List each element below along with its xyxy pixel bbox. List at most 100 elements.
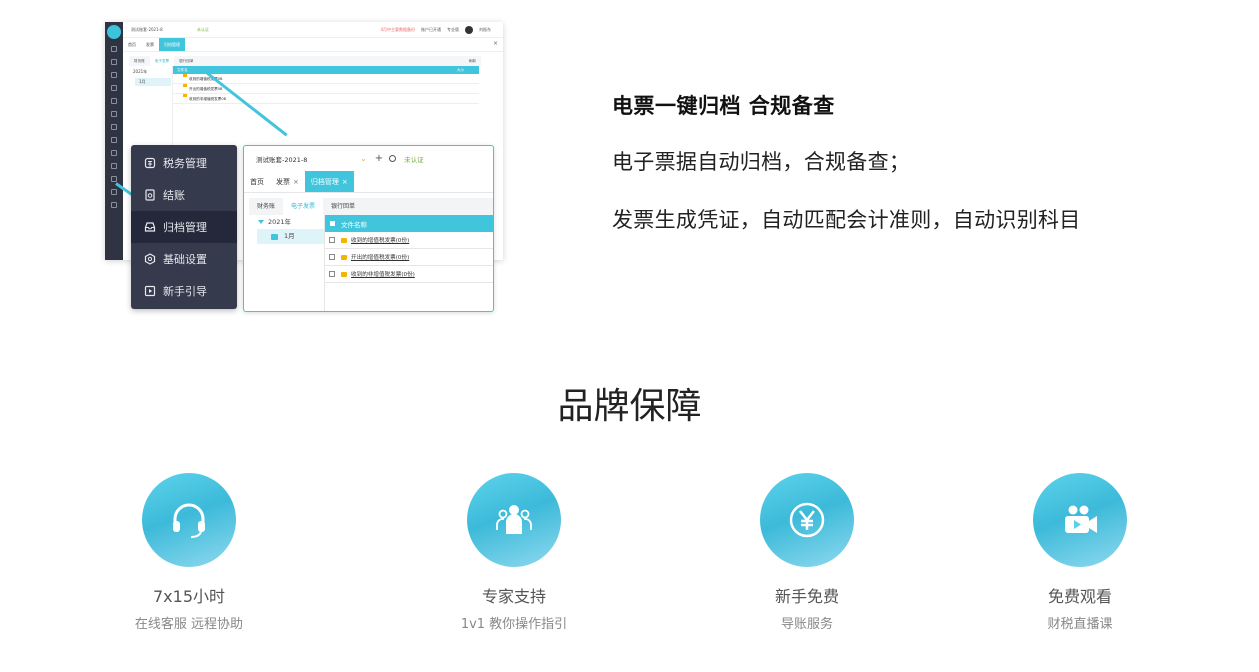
account-selector[interactable]: 测试账套-2021-8 [256, 154, 360, 164]
panel-subtabs: 财务账 电子发票 银行回单 [249, 198, 493, 215]
rail-icon [111, 85, 117, 91]
tax-icon [144, 157, 156, 169]
tab-label: 归档管理 [310, 178, 339, 186]
app-topbar: 测试账套-2021-8 未认证 4月中主要数据备份 账户已开通 专业版 刘振东 [123, 22, 503, 38]
tree-year-label: 2021年 [268, 218, 292, 226]
archive-panel-card: 测试账套-2021-8 ⌄ + 未认证 首页 发票 × 归档管理 × 财务账 电子发… [243, 145, 494, 312]
topbar-status: 账户已开通 [421, 26, 441, 32]
rail-icon [111, 46, 117, 52]
tree-year-node[interactable]: 2021年 [249, 215, 324, 229]
tree-month: 1月 [135, 78, 171, 86]
tab-label: 首页 [250, 178, 264, 186]
tab-archive[interactable]: 归档管理 × [304, 171, 354, 192]
tree-month-node[interactable]: 1月 [257, 229, 324, 244]
grid-header: 文件名称 [325, 215, 493, 232]
table-row[interactable]: 开出的增值税发票(0份) [325, 249, 493, 266]
rail-icon [111, 59, 117, 65]
guarantee-item-free-course: 免费观看 财税直播课 [1000, 473, 1160, 632]
tree-year: 2021年 [133, 69, 148, 74]
menu-item-label: 结账 [163, 189, 185, 202]
team-icon [496, 505, 532, 534]
app-tabs: 首页 发票 归档管理 [123, 38, 503, 52]
feature-line: 电子票据自动归档，合规备查； [612, 150, 911, 174]
subtab-ledger[interactable]: 财务账 [249, 198, 283, 215]
chevron-down-icon[interactable]: ⌄ [360, 154, 367, 163]
menu-item-guide[interactable]: 新手引导 [131, 275, 237, 307]
icon-circle [467, 473, 561, 567]
file-grid: 文件名称 收到的增值税发票(0份) 开出的增值税发票(0份) 收到的非增值税发票… [325, 215, 493, 311]
rail-icon [111, 72, 117, 78]
section-title: 品牌保障 [557, 386, 702, 427]
menu-item-checkout[interactable]: 结账 [131, 179, 237, 211]
menu-item-label: 税务管理 [163, 157, 207, 170]
app-side-rail [105, 22, 123, 260]
guarantee-title: 专家支持 [481, 587, 546, 606]
settings-icon [144, 253, 156, 265]
account-name: 测试账套-2021-8 [131, 26, 163, 32]
feature-line: 发票生成凭证，自动匹配会计准则，自动识别科目 [612, 208, 1081, 232]
guarantee-title: 新手免费 [774, 587, 839, 606]
gear-icon[interactable] [389, 155, 397, 162]
app-file-grid: 文件名 大小 收到的增值税发票 0B 开出的增值税发票 0B 收到的非增值税发票… [173, 66, 479, 104]
table-row[interactable]: 收到的非增值税发票(0份) [325, 266, 493, 283]
close-icon: × [492, 40, 498, 47]
auth-status[interactable]: 未认证 [404, 154, 424, 164]
subtab-ledger: 财务账 [134, 59, 145, 63]
tab-home[interactable]: 首页 [244, 171, 270, 192]
add-icon[interactable]: + [375, 153, 383, 164]
auth-status: 未认证 [197, 26, 209, 32]
guarantee-title: 7x15小时 [152, 587, 225, 606]
row-checkbox[interactable] [329, 254, 335, 260]
rail-icon [111, 202, 117, 208]
file-name: 开出的增值税发票 [189, 87, 218, 91]
grid-header-size: 大小 [457, 68, 465, 72]
close-icon[interactable]: × [342, 178, 348, 186]
menu-item-label: 新手引导 [163, 285, 207, 298]
grid-header-name: 文件名 [177, 68, 188, 72]
grid-header: 文件名 大小 [173, 66, 479, 74]
menu-item-archive[interactable]: 归档管理 [131, 211, 237, 243]
guarantee-item-service-hours: 7x15小时 在线客服 远程协助 [109, 473, 269, 632]
user-avatar [465, 25, 473, 34]
panel-tabs: 首页 发票 × 归档管理 × [244, 171, 493, 193]
sidebar-menu-card: 税务管理 结账 归档管理 基础设置 新手引导 [131, 145, 237, 309]
menu-item-label: 基础设置 [163, 253, 207, 266]
menu-item-tax[interactable]: 税务管理 [131, 147, 237, 179]
subtab-bank-receipt[interactable]: 银行回单 [323, 198, 363, 215]
archive-icon [144, 222, 156, 232]
subtab-bank-receipt: 银行回单 [179, 59, 194, 63]
tree-month-label: 1月 [284, 232, 295, 240]
menu-item-label: 归档管理 [163, 221, 207, 234]
folder-icon [271, 233, 278, 240]
rail-icon [111, 137, 117, 143]
guarantee-subtitle: 导账服务 [780, 617, 833, 632]
table-row[interactable]: 收到的增值税发票(0份) [325, 232, 493, 249]
tab-label: 发票 [276, 178, 290, 186]
topbar-notice: 4月中主要数据备份 [380, 26, 415, 32]
table-row: 收到的非增值税发票 0B [173, 94, 479, 104]
icon-circle [142, 473, 236, 567]
subtab-e-invoice: 电子发票 [149, 56, 175, 66]
row-checkbox[interactable] [329, 271, 335, 277]
folder-icon [341, 254, 347, 260]
checkout-icon [145, 189, 155, 201]
guarantee-subtitle: 1v1 教你操作指引 [460, 617, 568, 632]
guarantee-title: 免费观看 [1047, 587, 1112, 606]
panel-topbar: 测试账套-2021-8 ⌄ + 未认证 [244, 146, 493, 171]
file-name[interactable]: 收到的非增值税发票(0份) [351, 270, 415, 278]
select-all-checkbox[interactable] [330, 221, 335, 226]
row-checkbox[interactable] [329, 237, 335, 243]
file-name[interactable]: 开出的增值税发票(0份) [351, 253, 409, 261]
rail-icon [111, 163, 117, 169]
folder-icon [183, 84, 187, 87]
subtab-e-invoice[interactable]: 电子发票 [283, 198, 324, 215]
close-icon[interactable]: × [293, 178, 299, 186]
menu-item-settings[interactable]: 基础设置 [131, 243, 237, 275]
tab-invoice[interactable]: 发票 × [270, 171, 305, 192]
tab-home: 首页 [128, 42, 136, 47]
guarantee-subtitle: 在线客服 远程协助 [134, 617, 244, 632]
folder-icon [183, 74, 187, 77]
app-logo-icon [107, 25, 121, 39]
file-name[interactable]: 收到的增值税发票(0份) [351, 236, 409, 244]
file-name: 收到的非增值税发票 [189, 97, 222, 101]
